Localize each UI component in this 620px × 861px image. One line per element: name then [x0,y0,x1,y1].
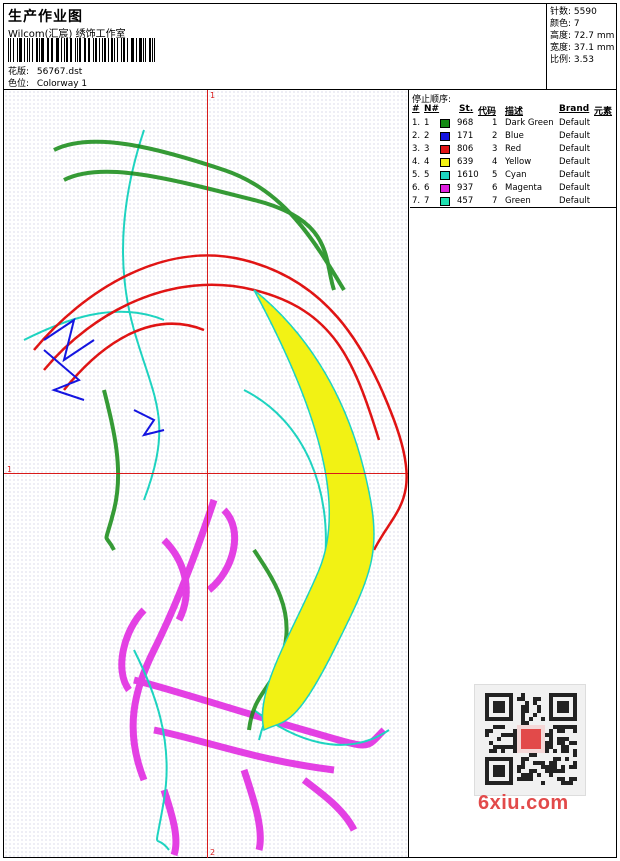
col-n: N# [424,104,440,114]
cell-code: 3 [492,144,498,154]
cell-n: 5 [424,170,430,180]
horizontal-axis [4,473,408,474]
axis-label-left: 1 [7,465,13,474]
cell-num: 6. [412,183,421,193]
colorway-line: 色位: Colorway 1 [8,76,87,89]
worksheet: 生产作业图 Wilcom(汇宸) 绣饰工作室 花版: 56767.dst 色位:… [3,3,617,858]
stitch-yellow [253,289,375,732]
cell-n: 1 [424,118,430,128]
cell-n: 3 [424,144,430,154]
cell-brand: Default [559,196,591,206]
colorway-value: Colorway 1 [36,79,88,89]
colorway-label: 色位: [8,79,30,89]
stop-sequence-header: # N# St. 代码 描述 Brand 元素 [410,104,616,117]
cell-desc: Dark Green [505,118,554,128]
stat-height: 高度: 72.7 mm [550,31,615,41]
cell-num: 7. [412,196,421,206]
axis-label-bottom: 2 [210,848,216,857]
col-st: St. [459,104,474,114]
cell-st: 1610 [457,170,479,180]
cell-st: 639 [457,157,474,167]
cell-code: 6 [492,183,498,193]
color-swatch [440,119,450,128]
color-swatch [440,132,450,141]
cell-brand: Default [559,131,591,141]
stitch-blue [43,317,165,437]
cell-code: 1 [492,118,498,128]
cell-brand: Default [559,183,591,193]
cell-desc: Red [505,144,522,154]
table-row: 4. 4 639 4 Yellow Default [410,157,616,170]
cell-n: 7 [424,196,430,206]
qr-code-icon [474,684,586,796]
table-row: 7. 7 457 7 Green Default [410,196,616,209]
cell-desc: Green [505,196,531,206]
color-swatch [440,184,450,193]
cell-desc: Magenta [505,183,543,193]
axis-label-top: 1 [210,91,216,100]
cell-num: 2. [412,131,421,141]
table-row: 1. 1 968 1 Dark Green Default [410,118,616,131]
table-row: 2. 2 171 2 Blue Default [410,131,616,144]
header: 生产作业图 Wilcom(汇宸) 绣饰工作室 花版: 56767.dst 色位:… [4,4,616,90]
cell-st: 937 [457,183,474,193]
table-row: 6. 6 937 6 Magenta Default [410,183,616,196]
col-desc: 描述 [505,107,524,117]
watermark: 6xiu.com [478,792,569,814]
cell-n: 6 [424,183,430,193]
vertical-axis [207,90,208,858]
stats-panel: 针数: 5590 颜色: 7 高度: 72.7 mm 宽度: 37.1 mm 比… [546,4,616,90]
stat-scale: 比例: 3.53 [550,55,594,65]
cell-n: 4 [424,157,430,167]
cell-code: 2 [492,131,498,141]
cell-brand: Default [559,157,591,167]
cell-desc: Yellow [505,157,532,167]
cell-st: 171 [457,131,474,141]
stat-colors: 颜色: 7 [550,19,580,29]
cell-code: 7 [492,196,498,206]
qr-pattern [485,693,577,785]
cell-n: 2 [424,131,430,141]
stat-width: 宽度: 37.1 mm [550,43,615,53]
cell-brand: Default [559,118,591,128]
stat-stitches: 针数: 5590 [550,7,597,17]
cell-code: 5 [492,170,498,180]
col-code: 代码 [478,107,497,117]
cell-num: 3. [412,144,421,154]
cell-brand: Default [559,144,591,154]
cell-brand: Default [559,170,591,180]
col-num: # [412,104,420,114]
color-swatch [440,145,450,154]
cell-st: 968 [457,118,474,128]
col-element: 元素 [594,107,613,117]
cell-code: 4 [492,157,498,167]
cell-desc: Cyan [505,170,527,180]
cell-num: 5. [412,170,421,180]
stop-sequence-panel: 停止顺序: # N# St. 代码 描述 Brand 元素 1. 1 968 1 Dar… [410,90,616,208]
cell-desc: Blue [505,131,524,141]
color-swatch [440,158,450,167]
cell-num: 1. [412,118,421,128]
page-title: 生产作业图 [8,9,83,25]
barcode [8,38,158,62]
color-swatch [440,197,450,206]
col-brand: Brand [559,104,590,114]
color-swatch [440,171,450,180]
cell-st: 806 [457,144,474,154]
table-row: 3. 3 806 3 Red Default [410,144,616,157]
design-canvas[interactable]: 1 1 2 [4,90,409,858]
table-row: 5. 5 1610 5 Cyan Default [410,170,616,183]
cell-st: 457 [457,196,474,206]
cell-num: 4. [412,157,421,167]
